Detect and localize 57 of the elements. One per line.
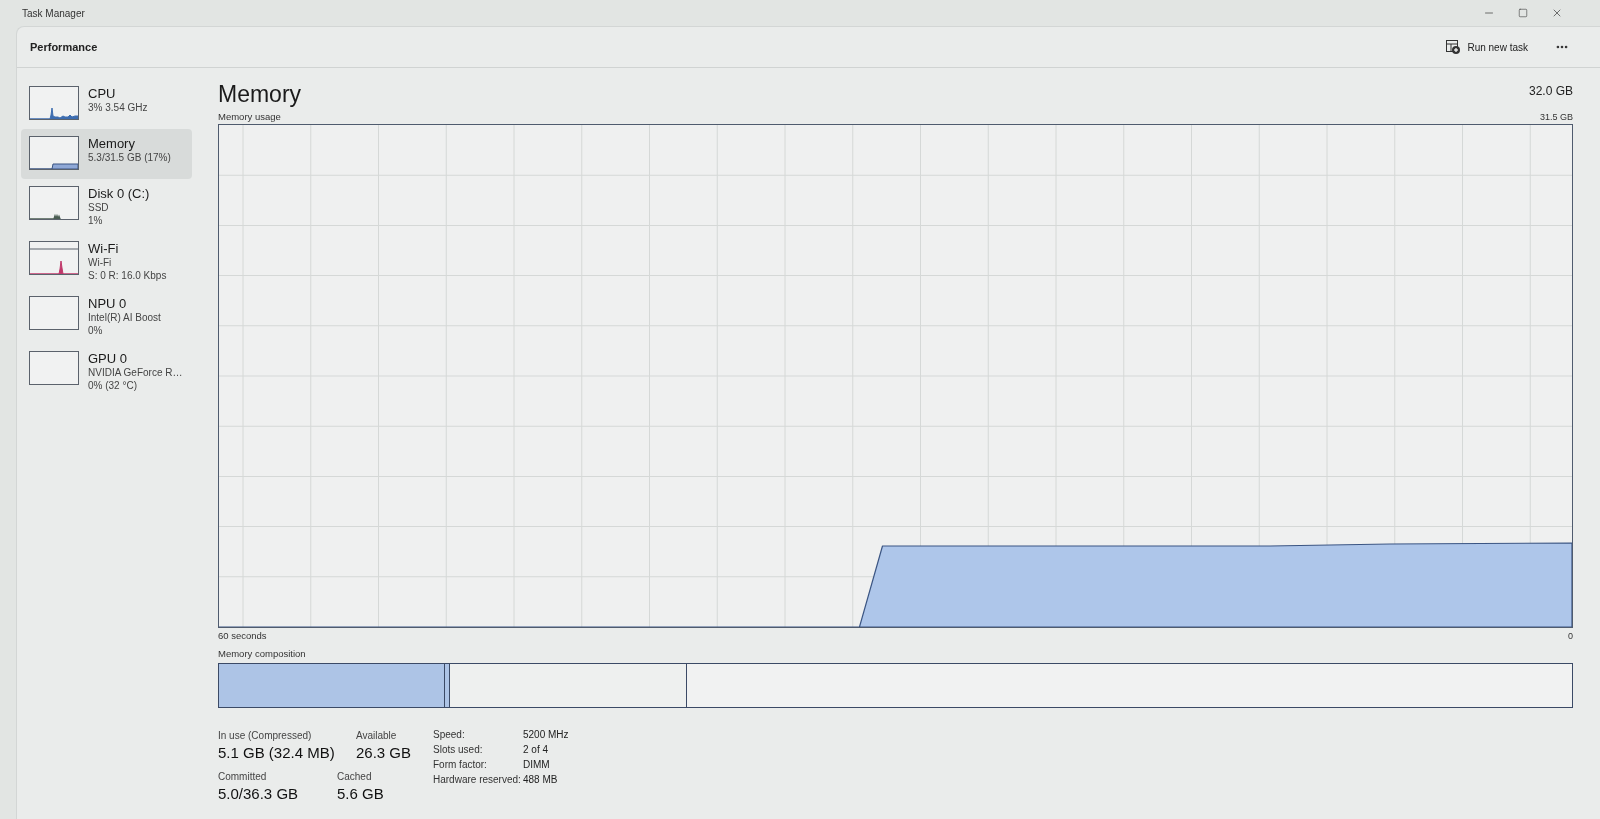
usage-sparkline [29, 86, 79, 120]
device-detail: SSD [88, 201, 110, 214]
detail-value: 2 of 4 [523, 743, 550, 756]
stat-label: Committed [218, 770, 268, 783]
stat-value: 5.6 GB [337, 784, 384, 804]
sidebar-item[interactable]: NPU 0 Intel(R) AI Boost 0% [21, 289, 192, 344]
maximize-icon [1518, 8, 1528, 18]
new-task-icon [1446, 40, 1461, 54]
window-title: Task Manager [22, 6, 85, 21]
stat-value: 26.3 GB [356, 743, 412, 763]
scale-min-label: 0 [1568, 630, 1573, 642]
device-name: CPU [88, 86, 117, 101]
stat-label: Cached [337, 770, 373, 783]
detail-label: Hardware reserved: [433, 773, 522, 786]
close-icon [1551, 7, 1563, 19]
time-span-label: 60 seconds [218, 630, 267, 642]
stat-label: In use (Compressed) [218, 729, 313, 742]
stat-value: 5.0/36.3 GB [218, 784, 300, 804]
detail-value: 5200 MHz [523, 728, 569, 741]
stat-label: Available [356, 729, 398, 742]
detail-value: DIMM [523, 758, 551, 771]
scale-max-label: 31.5 GB [1539, 111, 1573, 123]
device-name: NPU 0 [88, 296, 128, 311]
device-detail: S: 0 R: 16.0 Kbps [88, 269, 167, 282]
detail-label: Form factor: [433, 758, 488, 771]
sidebar-item[interactable]: Wi-Fi Wi-Fi S: 0 R: 16.0 Kbps [21, 234, 192, 289]
run-new-task-button[interactable]: Run new task [1442, 36, 1532, 58]
device-detail: 0% [88, 324, 104, 337]
device-detail: 3% 3.54 GHz [88, 101, 148, 114]
sidebar-item[interactable]: Memory 5.3/31.5 GB (17%) [21, 129, 192, 179]
device-name: Memory [88, 136, 136, 151]
graph-title: Memory usage [218, 111, 281, 123]
section-label: Memory composition [218, 647, 306, 661]
sidebar-item[interactable]: GPU 0 NVIDIA GeForce R… 0% (32 °C) [21, 344, 192, 399]
device-detail: 1% [88, 214, 104, 227]
sidebar-item[interactable]: Disk 0 (C:) SSD 1% [21, 179, 192, 234]
device-detail: 5.3/31.5 GB (17%) [88, 151, 171, 164]
page-title: Memory [218, 80, 302, 108]
usage-sparkline [29, 186, 79, 220]
device-name: GPU 0 [88, 351, 128, 366]
sidebar-item[interactable]: CPU 3% 3.54 GHz [21, 79, 192, 129]
stat-value: 5.1 GB (32.4 MB) [218, 743, 336, 763]
device-name: Disk 0 (C:) [88, 186, 150, 201]
device-detail: 0% (32 °C) [88, 379, 138, 392]
total-memory: 32.0 GB [1528, 84, 1573, 98]
detail-value: 488 MB [523, 773, 559, 786]
device-name: Wi-Fi [88, 241, 120, 256]
device-detail: Wi-Fi [88, 256, 113, 269]
detail-label: Slots used: [433, 743, 484, 756]
usage-sparkline [29, 241, 79, 275]
detail-label: Speed: [433, 728, 466, 741]
device-detail: Intel(R) AI Boost [88, 311, 161, 324]
usage-sparkline [29, 296, 79, 330]
usage-sparkline [29, 136, 79, 170]
usage-sparkline [29, 351, 79, 385]
device-detail: NVIDIA GeForce R… [88, 366, 183, 379]
section-title: Performance [30, 39, 98, 55]
